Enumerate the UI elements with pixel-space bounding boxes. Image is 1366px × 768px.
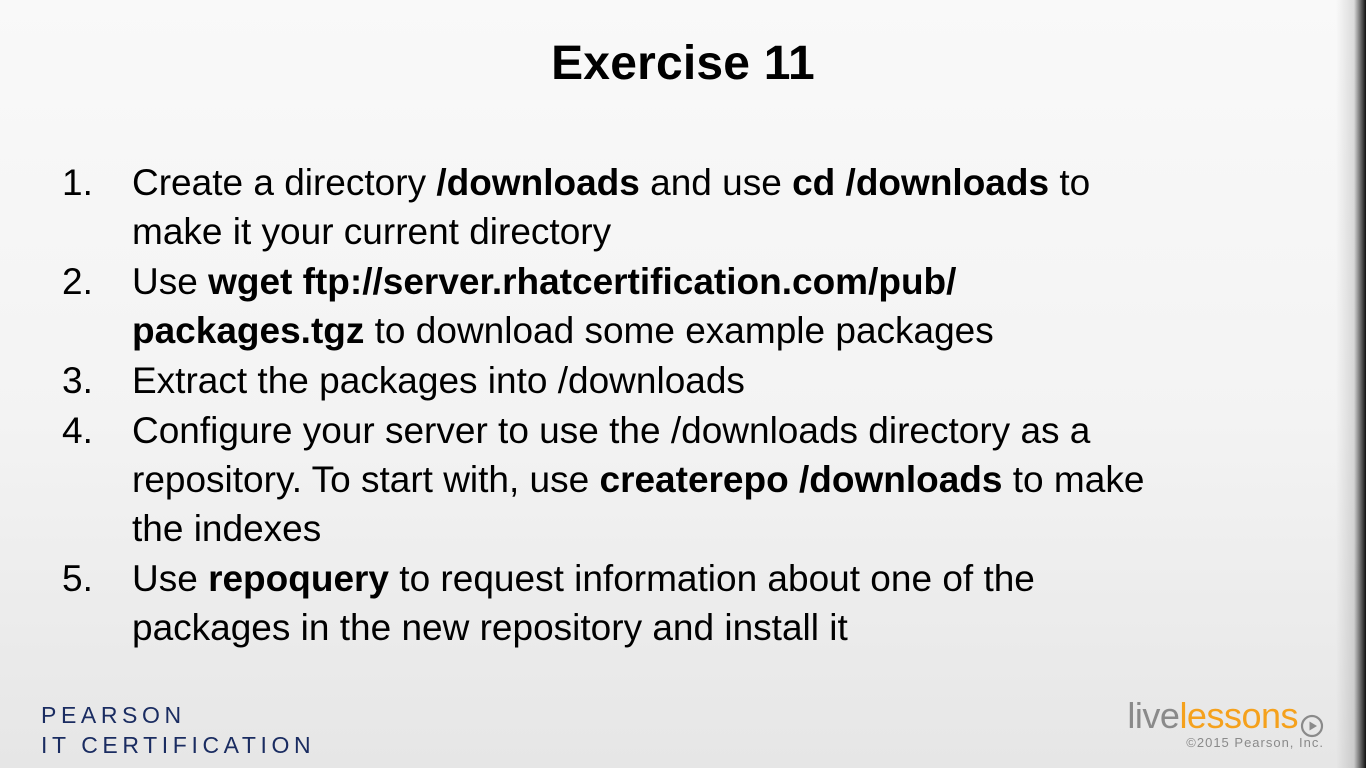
- command-run: repoquery: [208, 558, 390, 599]
- text-run: to request information about one of the: [389, 558, 1035, 599]
- text-run: Configure your server to use the /downlo…: [132, 410, 1091, 451]
- step-2: 2. Use wget ftp://server.rhatcertificati…: [62, 257, 1302, 355]
- step-text: Use wget ftp://server.rhatcertification.…: [132, 257, 1302, 355]
- text-run: the indexes: [132, 508, 322, 549]
- step-number: 4.: [62, 410, 93, 451]
- livelessons-logo: live lessons ©2015 Pearson, Inc.: [1127, 694, 1324, 750]
- pearson-it-certification-logo: PEARSON IT CERTIFICATION: [41, 700, 315, 760]
- step-number: 5.: [62, 558, 93, 599]
- step-line: packages.tgz to download some example pa…: [132, 306, 1302, 355]
- step-4: 4. Configure your server to use the /dow…: [62, 406, 1302, 553]
- copyright-notice: ©2015 Pearson, Inc.: [1186, 735, 1324, 750]
- brand-lessons-text: lessons: [1179, 695, 1298, 736]
- text-run: to download some example packages: [364, 310, 994, 351]
- exercise-steps: 1. Create a directory /downloads and use…: [62, 158, 1302, 653]
- step-line: Extract the packages into /downloads: [132, 356, 1302, 405]
- step-number: 2.: [62, 261, 93, 302]
- step-line: Use repoquery to request information abo…: [132, 554, 1302, 603]
- brand-live-text: live: [1127, 695, 1180, 736]
- command-run: packages.tgz: [132, 310, 365, 351]
- step-line: repository. To start with, use createrep…: [132, 455, 1302, 504]
- step-text: Extract the packages into /downloads: [132, 356, 1302, 405]
- text-run: make it your current directory: [132, 211, 612, 252]
- text-run: to make: [1002, 459, 1145, 500]
- slide-title: Exercise 11: [551, 37, 815, 90]
- text-run: and use: [639, 162, 793, 203]
- step-line: the indexes: [132, 504, 1302, 553]
- command-run: createrepo /downloads: [599, 459, 1003, 500]
- step-number: 3.: [62, 360, 93, 401]
- text-run: Create a directory: [132, 162, 437, 203]
- command-run: wget ftp://server.rhatcertification.com/…: [208, 261, 957, 302]
- publisher-division: IT CERTIFICATION: [41, 732, 316, 758]
- command-run: cd /downloads: [792, 162, 1050, 203]
- step-5: 5. Use repoquery to request information …: [62, 554, 1302, 652]
- text-run: Use: [132, 261, 209, 302]
- text-run: packages in the new repository and insta…: [132, 607, 848, 648]
- step-1: 1. Create a directory /downloads and use…: [62, 158, 1302, 256]
- step-text: Configure your server to use the /downlo…: [132, 406, 1302, 553]
- text-run: Extract the packages into /downloads: [132, 360, 745, 401]
- step-line: Use wget ftp://server.rhatcertification.…: [132, 257, 1302, 306]
- step-number: 1.: [62, 162, 93, 203]
- step-line: Create a directory /downloads and use cd…: [132, 158, 1302, 207]
- play-circle-icon: [1300, 704, 1324, 738]
- step-line: packages in the new repository and insta…: [132, 603, 1302, 652]
- publisher-name: PEARSON: [41, 702, 186, 728]
- text-run: repository. To start with, use: [132, 459, 600, 500]
- livelessons-wordmark: live lessons: [1127, 694, 1324, 738]
- command-run: /downloads: [436, 162, 640, 203]
- text-run: Use: [132, 558, 209, 599]
- right-edge-shadow: [1336, 0, 1366, 768]
- step-text: Use repoquery to request information abo…: [132, 554, 1302, 652]
- step-text: Create a directory /downloads and use cd…: [132, 158, 1302, 256]
- step-line: Configure your server to use the /downlo…: [132, 406, 1302, 455]
- step-3: 3. Extract the packages into /downloads: [62, 356, 1302, 405]
- step-line: make it your current directory: [132, 207, 1302, 256]
- text-run: to: [1049, 162, 1091, 203]
